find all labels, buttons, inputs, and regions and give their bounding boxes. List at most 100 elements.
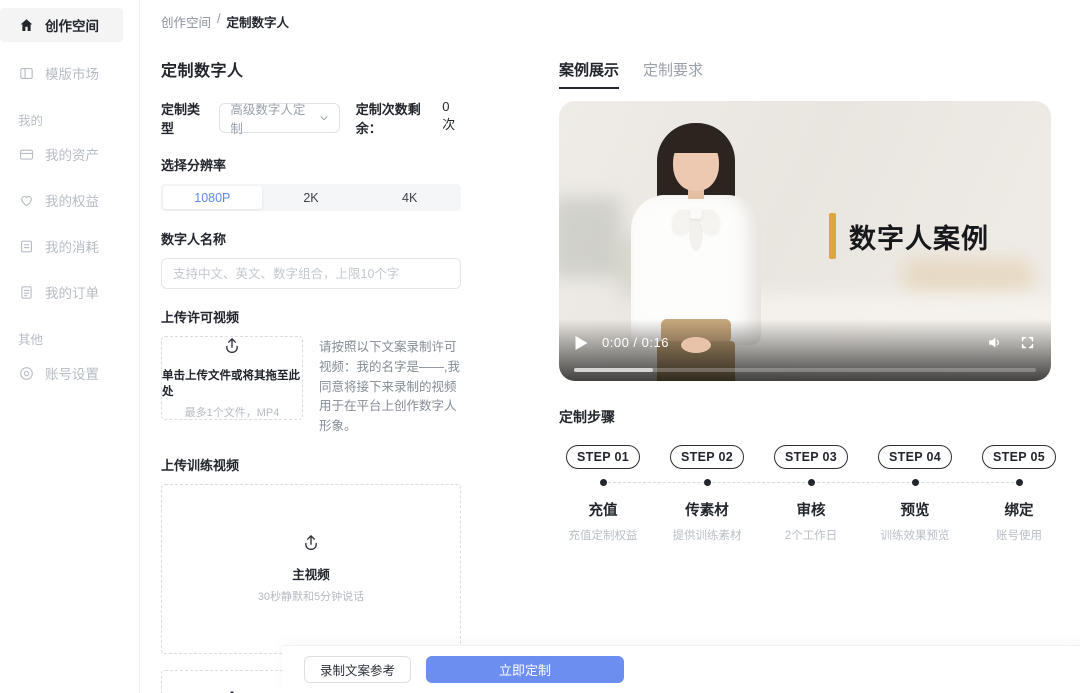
script-reference-button[interactable]: 录制文案参考 (304, 656, 411, 683)
step-pill: STEP 01 (566, 445, 640, 469)
main-video-title: 主视频 (292, 564, 330, 583)
video-overlay-title: 数字人案例 (829, 213, 989, 259)
order-icon (18, 284, 35, 301)
sidebar-item-my-orders[interactable]: 我的订单 (0, 275, 123, 309)
page-title: 定制数字人 (161, 57, 461, 81)
type-select[interactable]: 高级数字人定制 (219, 103, 339, 133)
resolution-option-2k[interactable]: 2K (262, 186, 361, 209)
upload-icon (222, 689, 242, 693)
sidebar-item-creation-space[interactable]: 创作空间 (0, 8, 123, 42)
submit-customization-button[interactable]: 立即定制 (426, 656, 624, 683)
license-script-note: 请按照以下文案录制许可视频：我的名字是——,我同意将接下来录制的视频用于在平台上… (319, 336, 461, 437)
step-title: 传素材 (685, 499, 729, 520)
breadcrumb-separator: / (217, 12, 220, 31)
step-title: 充值 (589, 499, 618, 520)
wallet-icon (18, 146, 35, 163)
step-pill: STEP 04 (878, 445, 952, 469)
showcase-tabs: 案例展示 定制要求 (559, 59, 1063, 89)
step-dot (704, 479, 711, 486)
step-item-2: STEP 02 传素材 提供训练素材 (663, 445, 751, 543)
volume-icon[interactable] (987, 335, 1002, 350)
overlay-title-text: 数字人案例 (849, 217, 989, 256)
step-pill: STEP 03 (774, 445, 848, 469)
step-dot (600, 479, 607, 486)
step-subtitle: 提供训练素材 (673, 527, 742, 543)
digital-human-name-input[interactable] (161, 258, 461, 289)
sidebar-item-template-market[interactable]: 模版市场 (0, 56, 123, 90)
tab-customization-requirements[interactable]: 定制要求 (643, 59, 703, 89)
training-video-label: 上传训练视频 (161, 455, 461, 474)
digital-human-customization-page: 创作空间 模版市场 我的 我的资产 我的权益 我的消耗 (0, 0, 1080, 693)
step-subtitle: 训练效果预览 (881, 527, 950, 543)
license-video-label: 上传许可视频 (161, 307, 461, 326)
video-bg-shelf (903, 259, 1033, 295)
form-footer: 录制文案参考 立即定制 (282, 645, 1080, 693)
step-item-4: STEP 04 预览 训练效果预览 (871, 445, 959, 543)
fullscreen-icon[interactable] (1020, 335, 1035, 350)
sidebar-item-my-benefits[interactable]: 我的权益 (0, 183, 123, 217)
step-item-5: STEP 05 绑定 账号使用 (975, 445, 1063, 543)
type-label: 定制类型 (161, 99, 209, 137)
license-video-upload-dropzone[interactable]: 单击上传文件或将其拖至此处 最多1个文件，MP4 (161, 336, 303, 420)
sidebar-section-other: 其他 (0, 309, 139, 356)
step-subtitle: 2个工作日 (785, 527, 837, 543)
sidebar-item-label: 账号设置 (45, 363, 99, 383)
resolution-option-1080p[interactable]: 1080P (163, 186, 262, 209)
step-subtitle: 充值定制权益 (569, 527, 638, 543)
main-content: 创作空间 / 定制数字人 定制数字人 定制类型 高级数字人定制 定制次数剩余： … (141, 0, 1080, 693)
remaining-count-value: 0次 (442, 99, 461, 137)
step-title: 审核 (797, 499, 826, 520)
sidebar-item-account-settings[interactable]: 账号设置 (0, 356, 123, 390)
video-progress-buffered (574, 368, 653, 372)
sidebar-item-label: 模版市场 (45, 63, 99, 83)
breadcrumb-current: 定制数字人 (227, 12, 290, 31)
step-item-1: STEP 01 充值 充值定制权益 (559, 445, 647, 543)
customization-steps: STEP 01 充值 充值定制权益 STEP 02 传素材 提供训练素材 STE… (559, 445, 1063, 543)
sidebar-item-my-consumption[interactable]: 我的消耗 (0, 229, 123, 263)
resolution-option-4k[interactable]: 4K (360, 186, 459, 209)
step-dot (808, 479, 815, 486)
main-video-hint: 30秒静默和5分钟说话 (258, 588, 364, 604)
showcase-panel: 案例展示 定制要求 (559, 57, 1063, 543)
sidebar-item-label: 我的资产 (45, 144, 99, 164)
sidebar-item-my-assets[interactable]: 我的资产 (0, 137, 123, 171)
sidebar-section-mine: 我的 (0, 90, 139, 137)
play-icon[interactable] (575, 336, 588, 350)
sidebar-item-label: 创作空间 (45, 15, 99, 35)
upload-icon (301, 533, 321, 558)
steps-heading: 定制步骤 (559, 407, 1063, 427)
video-progress-bar[interactable] (574, 368, 1036, 372)
upload-icon (222, 336, 242, 361)
sidebar: 创作空间 模版市场 我的 我的资产 我的权益 我的消耗 (0, 0, 140, 693)
type-select-value: 高级数字人定制 (230, 99, 317, 137)
customization-form: 定制数字人 定制类型 高级数字人定制 定制次数剩余： 0次 选择分辨率 1080… (161, 57, 461, 693)
name-label: 数字人名称 (161, 229, 461, 248)
step-item-3: STEP 03 审核 2个工作日 (767, 445, 855, 543)
step-dot (1016, 479, 1023, 486)
video-controls: 0:00 / 0:16 (559, 319, 1051, 381)
home-icon (18, 17, 35, 34)
breadcrumb-parent-link[interactable]: 创作空间 (161, 12, 211, 31)
step-dot (912, 479, 919, 486)
resolution-label: 选择分辨率 (161, 155, 461, 174)
chevron-down-icon (318, 112, 330, 124)
settings-icon (18, 365, 35, 382)
heart-badge-icon (18, 192, 35, 209)
step-pill: STEP 02 (670, 445, 744, 469)
main-video-upload-dropzone[interactable]: 主视频 30秒静默和5分钟说话 (161, 484, 461, 654)
step-pill: STEP 05 (982, 445, 1056, 469)
overlay-accent-bar (829, 213, 836, 259)
remaining-count-label: 定制次数剩余： (356, 99, 440, 137)
license-upload-hint: 最多1个文件，MP4 (185, 404, 280, 420)
video-time: 0:00 / 0:16 (602, 335, 669, 350)
breadcrumb: 创作空间 / 定制数字人 (141, 0, 1080, 31)
license-upload-title: 单击上传文件或将其拖至此处 (162, 367, 302, 399)
sidebar-item-label: 我的订单 (45, 282, 99, 302)
consumption-icon (18, 238, 35, 255)
tab-case-display[interactable]: 案例展示 (559, 59, 619, 89)
demo-video-player[interactable]: 数字人案例 0:00 / 0:16 (559, 101, 1051, 381)
template-icon (18, 65, 35, 82)
sidebar-item-label: 我的消耗 (45, 236, 99, 256)
sidebar-item-label: 我的权益 (45, 190, 99, 210)
step-subtitle: 账号使用 (996, 527, 1042, 543)
